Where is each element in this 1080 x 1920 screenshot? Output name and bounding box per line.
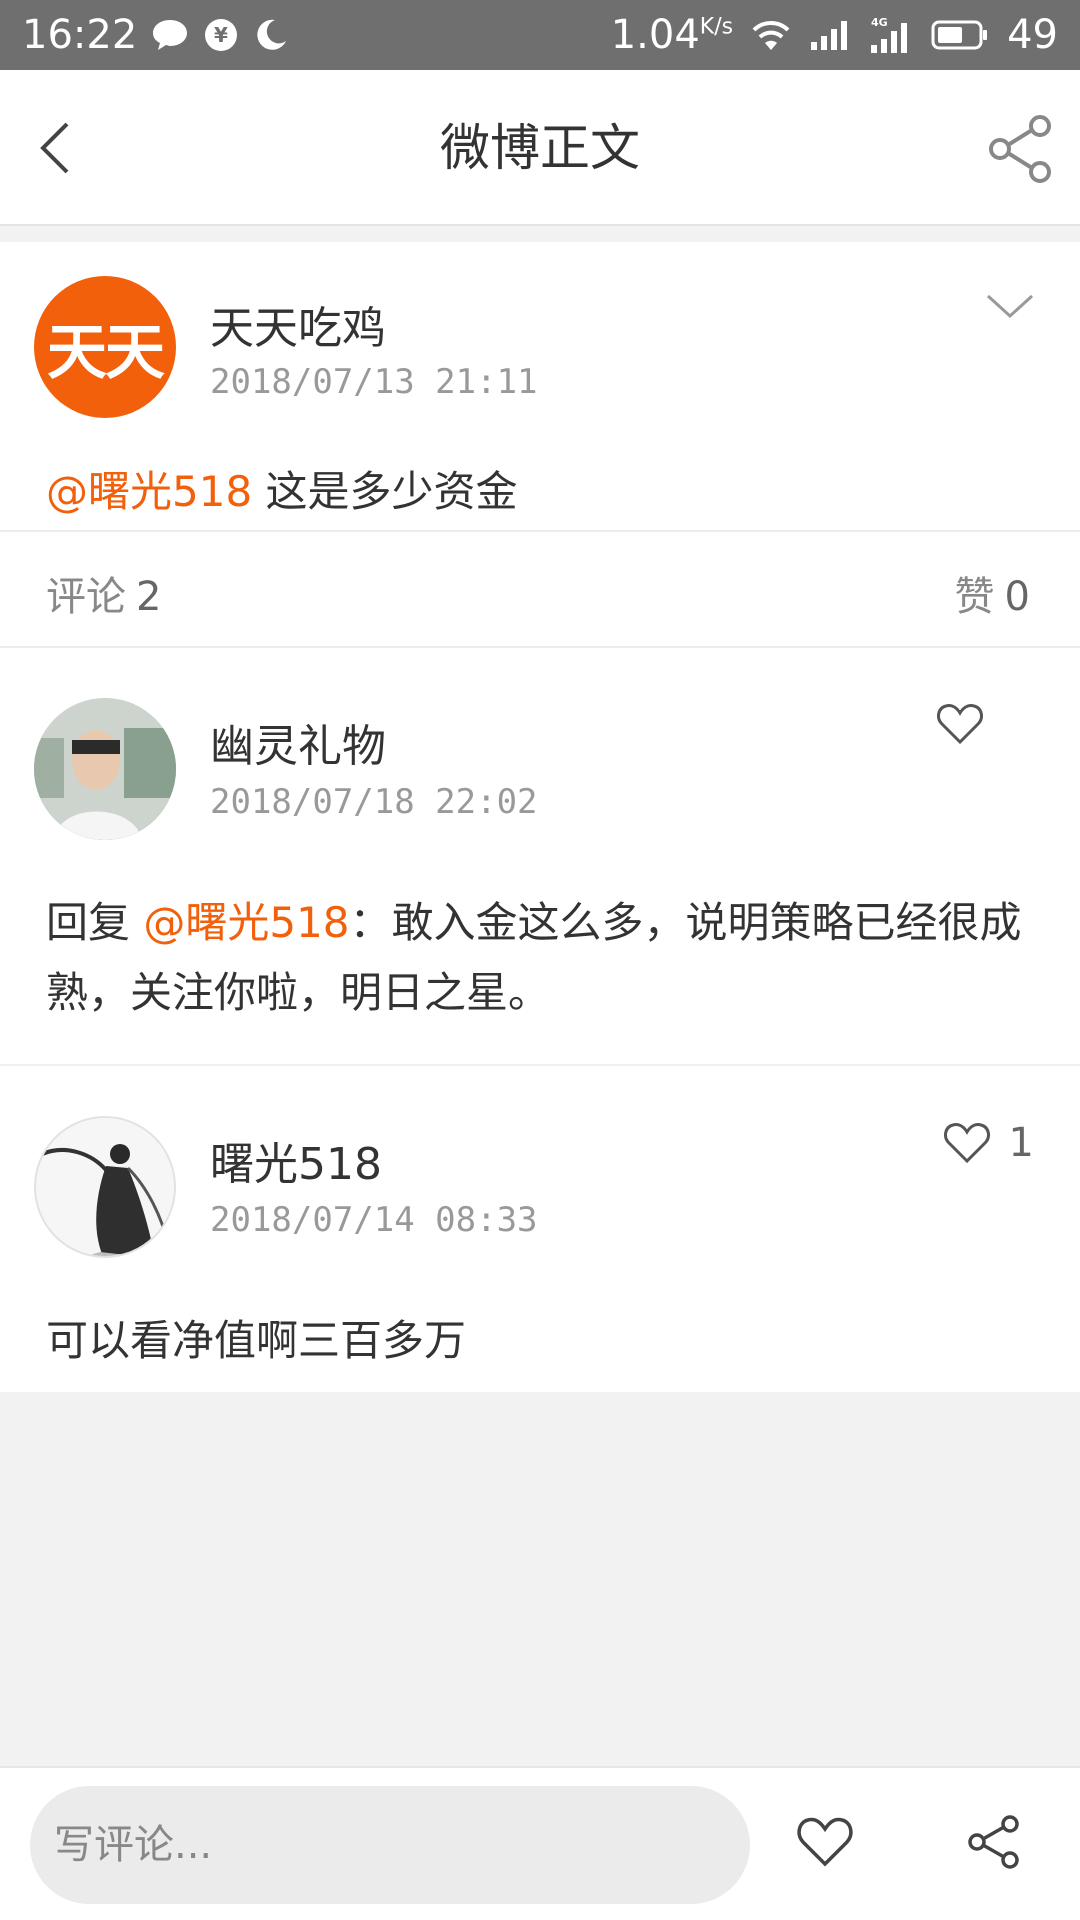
heart-icon	[937, 704, 983, 745]
comment-input[interactable]	[30, 1786, 750, 1904]
chat-bubble-icon	[151, 18, 189, 52]
heart-icon	[797, 1817, 853, 1867]
status-time: 16:22	[22, 12, 138, 58]
comment-text: 可以看净值啊三百多万	[46, 1316, 467, 1365]
mention-link[interactable]: @曙光518	[46, 467, 252, 516]
svg-text:¥: ¥	[214, 23, 228, 47]
heart-icon	[943, 1123, 990, 1164]
like-button[interactable]	[795, 1812, 855, 1872]
comment-time: 2018/07/14 08:33	[210, 1200, 538, 1240]
comment-item: 曙光518 2018/07/14 08:33 1 可以看净值啊三百多万	[0, 1066, 1080, 1392]
comments-count: 2	[136, 574, 162, 620]
network-type-label: 4G	[871, 16, 888, 29]
comment-text: 回复 @曙光518：敢入金这么多，说明策略已经很成熟，关注你啦，明日之星。	[46, 888, 1034, 1028]
avatar[interactable]: 天天	[34, 276, 176, 418]
header: 微博正文	[0, 70, 1080, 226]
reply-prefix: 回复	[46, 898, 144, 947]
bottom-bar	[0, 1766, 1080, 1920]
page-title: 微博正文	[440, 119, 640, 177]
comment-like-button[interactable]	[936, 702, 1002, 746]
share-icon	[968, 1815, 1019, 1869]
moon-icon	[253, 17, 289, 53]
battery-icon	[931, 20, 989, 50]
comment-like-button[interactable]: 1	[943, 1120, 1034, 1166]
network-speed: 1.04	[610, 12, 700, 58]
likes-label: 赞	[954, 574, 995, 620]
likes-count: 0	[1004, 574, 1030, 620]
comment-like-count: 1	[1008, 1120, 1034, 1166]
post-author[interactable]: 天天吃鸡	[210, 292, 386, 356]
speed-unit: K/s	[699, 14, 734, 40]
avatar-painting	[36, 1118, 174, 1256]
share-button[interactable]	[964, 1812, 1024, 1872]
post-text: @曙光518 这是多少资金	[46, 458, 518, 519]
likes-tab[interactable]: 赞0	[955, 564, 1030, 622]
comment-item: 幽灵礼物 2018/07/18 22:02 回复 @曙光518：敢入金这么多，说…	[0, 648, 1080, 1066]
yen-icon: ¥	[203, 17, 239, 53]
share-icon	[989, 115, 1051, 183]
comment-author[interactable]: 曙光518	[210, 1128, 382, 1192]
post-body: 这是多少资金	[252, 467, 518, 516]
status-bar: 16:22 ¥ 1.04K/s 4G 49	[0, 0, 1080, 70]
comments-tab[interactable]: 评论 2	[46, 564, 161, 622]
counts-bar: 评论 2 赞0	[0, 530, 1080, 648]
post-menu-button[interactable]	[980, 286, 1040, 326]
4g-signal-icon: 4G	[869, 15, 913, 55]
mention-link[interactable]: @曙光518	[143, 898, 349, 947]
post-card: 天天 天天吃鸡 2018/07/13 21:11 @曙光518 这是多少资金	[0, 242, 1080, 530]
wifi-icon	[751, 18, 791, 52]
share-button[interactable]	[986, 114, 1056, 184]
avatar[interactable]	[34, 698, 176, 840]
comment-author[interactable]: 幽灵礼物	[210, 710, 386, 774]
avatar-photo	[34, 698, 176, 840]
post-time: 2018/07/13 21:11	[210, 362, 538, 402]
battery-level: 49	[1007, 12, 1058, 58]
comment-time: 2018/07/18 22:02	[210, 782, 538, 822]
avatar[interactable]	[34, 1116, 176, 1258]
signal-icon	[809, 18, 851, 52]
comments-label: 评论	[46, 574, 126, 620]
chevron-down-icon	[986, 294, 1034, 319]
